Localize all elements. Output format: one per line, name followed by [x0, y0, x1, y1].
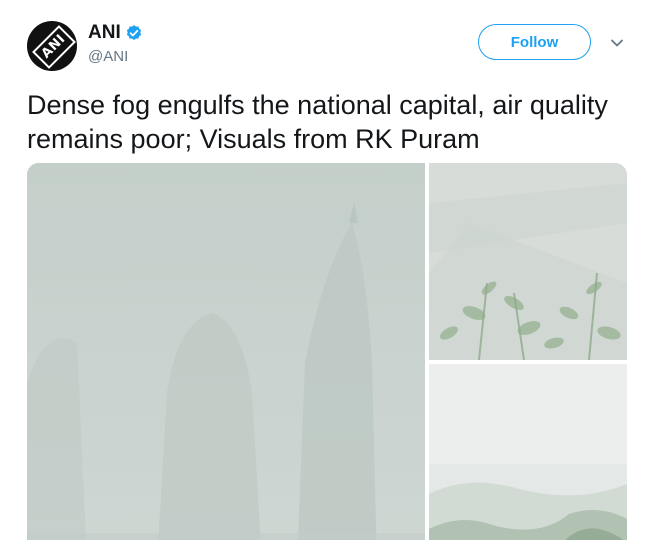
plants-in-fog-image: [429, 163, 627, 360]
chevron-down-icon[interactable]: [610, 38, 624, 48]
avatar[interactable]: ANI: [27, 21, 77, 71]
ani-logo-icon: ANI: [32, 25, 76, 69]
author-display-name[interactable]: ANI: [88, 22, 121, 44]
tweet-text: Dense fog engulfs the national capital, …: [27, 90, 608, 154]
author-handle[interactable]: @ANI: [88, 48, 128, 65]
photo-fog-temple[interactable]: [27, 163, 425, 540]
photo-fog-plants[interactable]: [429, 163, 627, 360]
verified-badge-icon: [126, 25, 141, 40]
photo-fog-trees[interactable]: [429, 364, 627, 540]
author-name-row: ANI: [88, 22, 143, 44]
temple-in-fog-image: [27, 163, 425, 540]
trees-in-fog-image: [429, 364, 627, 540]
media-grid: [27, 163, 627, 540]
follow-button[interactable]: Follow: [478, 24, 591, 60]
tweet-card: ANI ANI @ANI Follow Dense fog engulfs th…: [0, 0, 650, 540]
